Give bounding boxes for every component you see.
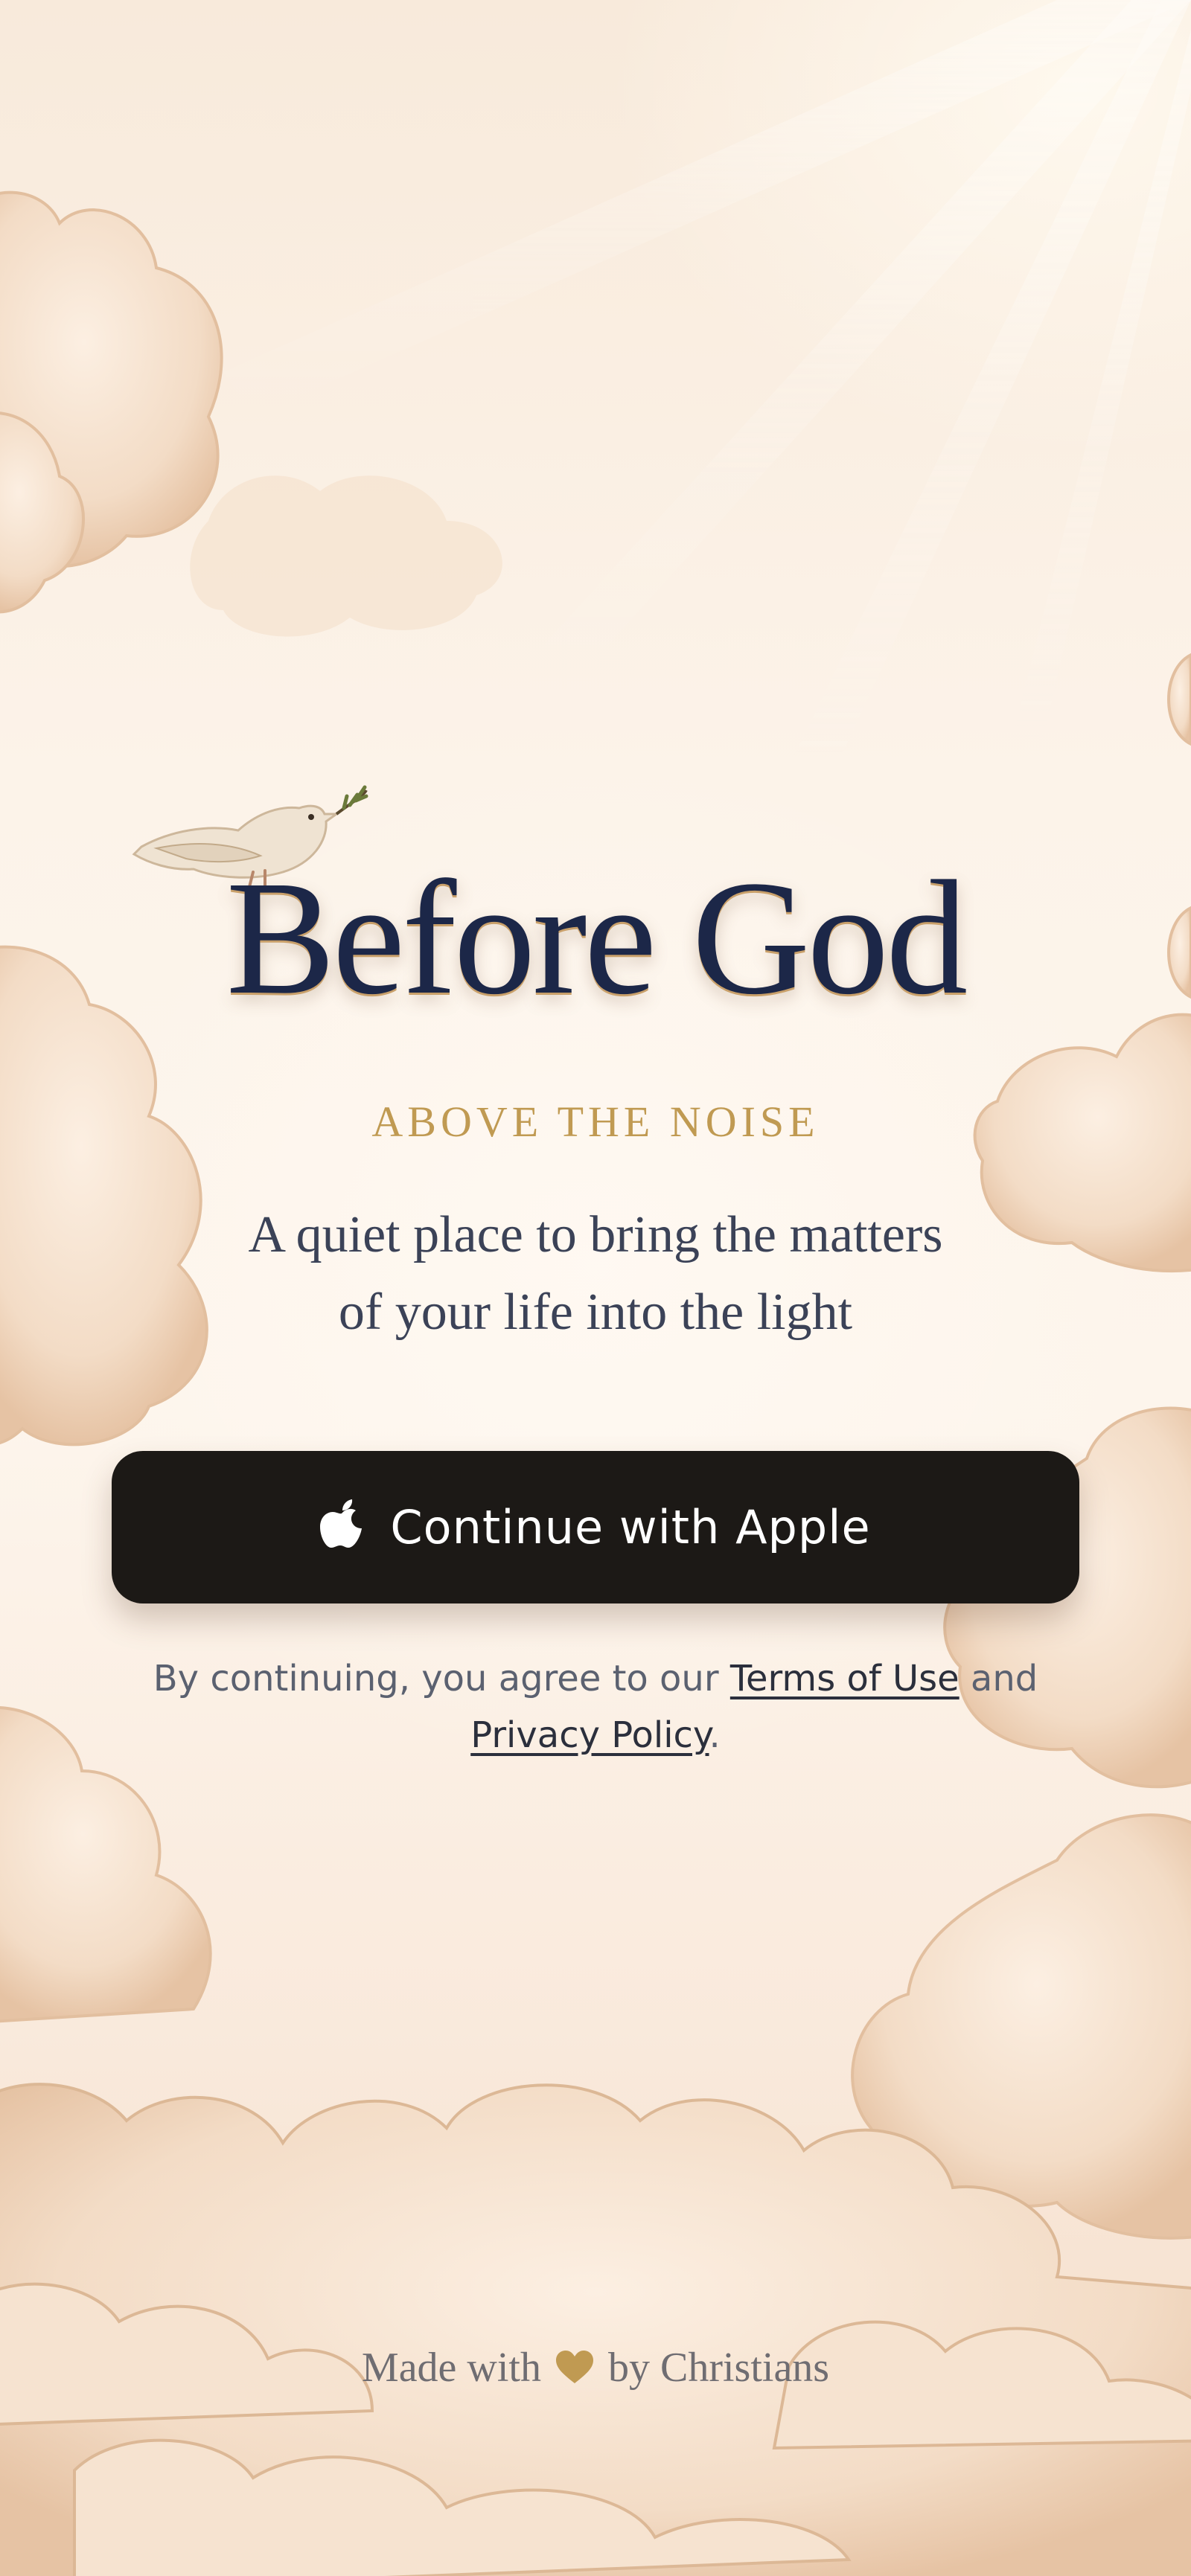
app-subtitle: A quiet place to bring the matters of yo… — [149, 1196, 1042, 1351]
heart-icon — [555, 2351, 593, 2383]
legal-suffix: . — [709, 1714, 721, 1756]
subtitle-line-1: A quiet place to bring the matters — [248, 1206, 943, 1263]
legal-conjunction: and — [970, 1658, 1038, 1699]
footer-by: by Christians — [607, 2345, 830, 2391]
app-title: Before God — [226, 847, 968, 1028]
footer-credit: Made with by Christians — [0, 2344, 1191, 2391]
subtitle-line-2: of your life into the light — [338, 1284, 853, 1341]
legal-notice: By continuing, you agree to our Terms of… — [112, 1650, 1079, 1763]
app-tagline: ABOVE THE NOISE — [371, 1098, 820, 1146]
privacy-policy-link[interactable]: Privacy Policy — [470, 1714, 709, 1756]
sign-in-screen: Before God ABOVE THE NOISE A quiet place… — [0, 0, 1191, 2576]
apple-logo-icon — [320, 1499, 363, 1548]
continue-with-apple-button[interactable]: Continue with Apple — [112, 1451, 1079, 1603]
footer-made-with: Made with — [361, 2345, 541, 2391]
terms-of-use-link[interactable]: Terms of Use — [730, 1658, 959, 1699]
apple-button-label: Continue with Apple — [390, 1500, 871, 1554]
legal-prefix: By continuing, you agree to our — [153, 1658, 719, 1699]
